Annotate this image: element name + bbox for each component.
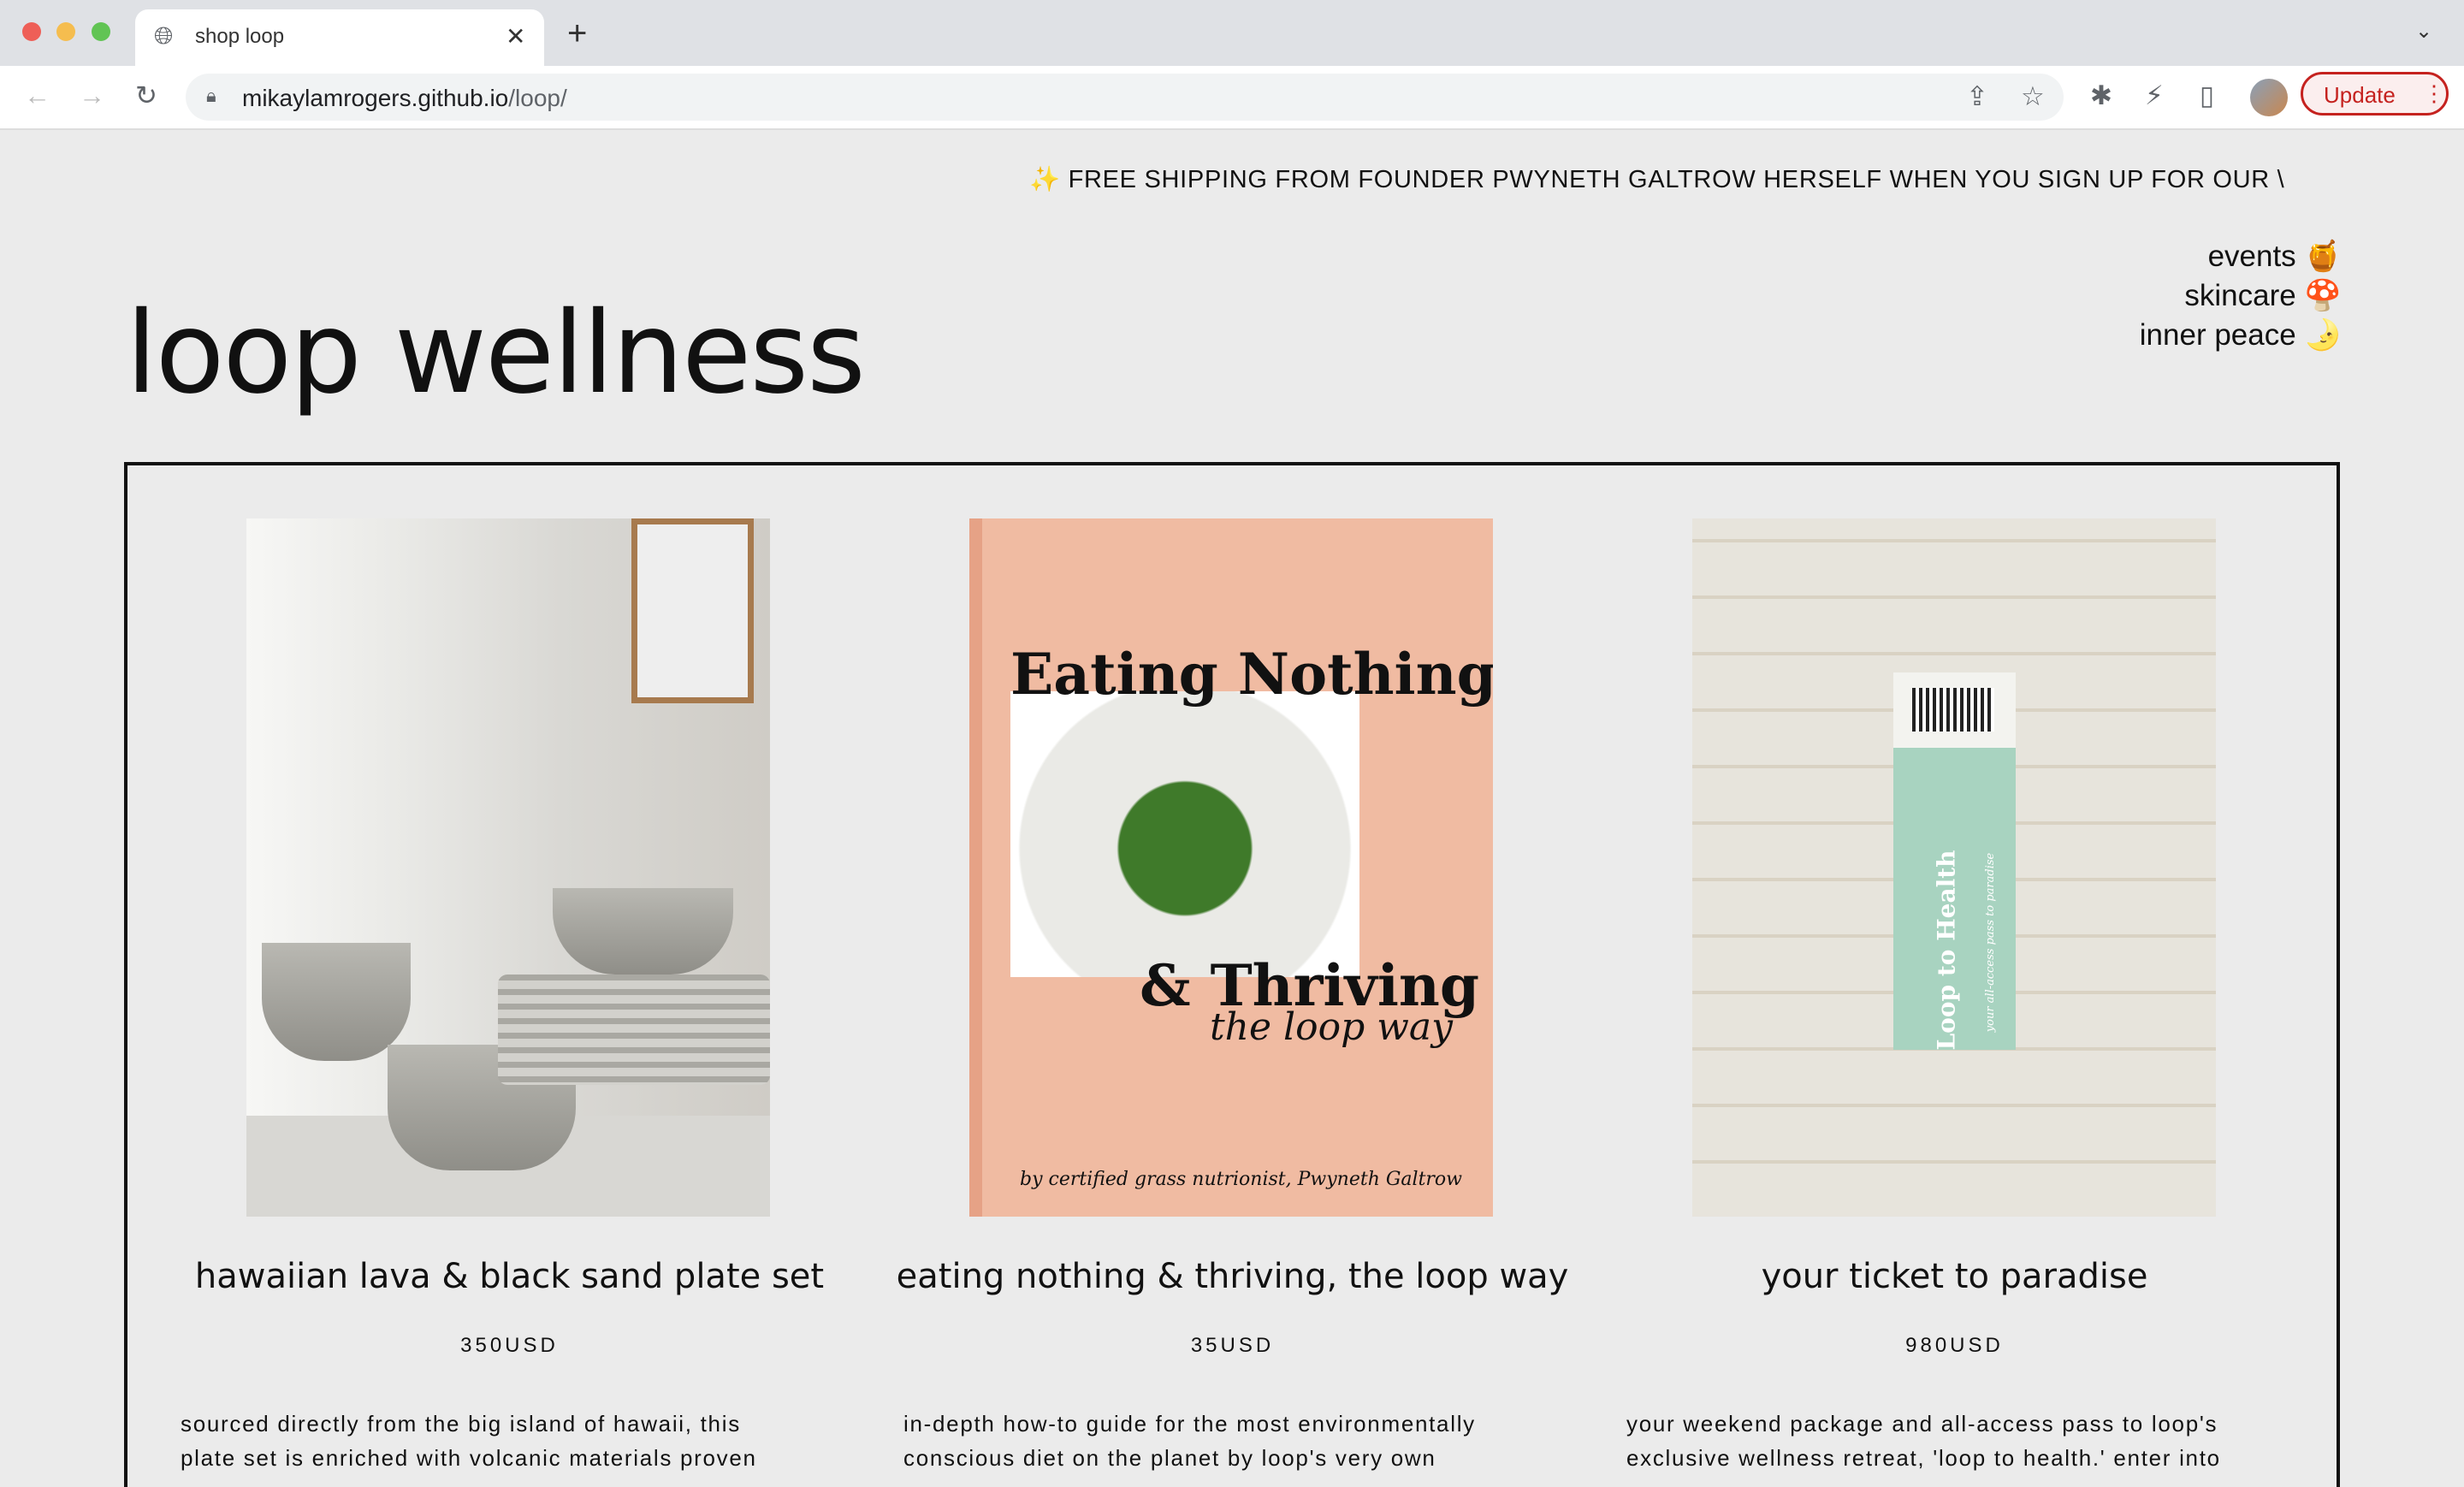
description-line: conscious diet on the planet by loop's v… bbox=[903, 1445, 1436, 1471]
product-price: 980USD bbox=[1905, 1334, 2004, 1357]
tab-title: shop loop bbox=[195, 25, 285, 48]
star-icon[interactable]: ☆ bbox=[2021, 81, 2045, 112]
page-title: loop wellness bbox=[126, 287, 866, 419]
product-description: your weekend package and all-access pass… bbox=[1626, 1407, 2277, 1475]
book-cover-byline: by certified grass nutrionist, Pwyneth G… bbox=[1020, 1169, 1463, 1190]
book-cover-title: Eating Nothing bbox=[1010, 641, 1493, 708]
ticket-subtitle: your all-access pass to paradise bbox=[1984, 852, 1998, 1033]
product-title[interactable]: eating nothing & thriving, the loop way bbox=[871, 1257, 1594, 1296]
product-image-ticket[interactable]: Loop to Health your all-access pass to p… bbox=[1692, 518, 2216, 1217]
back-icon[interactable]: ← bbox=[24, 80, 50, 111]
product-description: in-depth how-to guide for the most envir… bbox=[903, 1407, 1554, 1475]
nav-inner-peace[interactable]: inner peace 🌛 bbox=[2140, 317, 2342, 352]
avatar[interactable] bbox=[2250, 79, 2288, 116]
product-price: 350USD bbox=[460, 1334, 559, 1357]
minimize-window-button[interactable] bbox=[56, 22, 75, 41]
tab-bar: 🌐︎ shop loop ✕ + ⌄ bbox=[0, 0, 2464, 66]
lock-icon: 🔒︎ bbox=[206, 85, 216, 106]
description-line: your weekend package and all-access pass… bbox=[1626, 1411, 2218, 1437]
product-image-book[interactable]: Eating Nothing & Thriving the loop way b… bbox=[969, 518, 1493, 1217]
book-cover-subtitle: the loop way bbox=[1210, 1005, 1454, 1049]
ticket-title: Loop to Health bbox=[1932, 850, 1961, 1051]
update-button[interactable]: Update ⋮ bbox=[2301, 72, 2449, 116]
description-line: plate set is enriched with volcanic mate… bbox=[181, 1445, 757, 1471]
close-tab-icon[interactable]: ✕ bbox=[506, 22, 525, 50]
side-panel-icon[interactable]: ▯ bbox=[2200, 80, 2214, 111]
product-title[interactable]: your ticket to paradise bbox=[1593, 1257, 2316, 1296]
maximize-window-button[interactable] bbox=[92, 22, 110, 41]
toolbar: ← → ↻ 🔒︎ mikaylamrogers.github.io/loop/ … bbox=[0, 66, 2464, 130]
nav-events[interactable]: events 🍯 bbox=[2208, 239, 2342, 274]
close-window-button[interactable] bbox=[22, 22, 41, 41]
description-line: exclusive wellness retreat, 'loop to hea… bbox=[1626, 1445, 2221, 1471]
tab-shop-loop[interactable]: 🌐︎ shop loop ✕ bbox=[135, 9, 544, 66]
product-image-plate-set[interactable] bbox=[246, 518, 770, 1217]
product-title[interactable]: hawaiian lava & black sand plate set bbox=[148, 1257, 871, 1296]
performance-icon[interactable]: ⚡︎ bbox=[2145, 80, 2164, 111]
new-tab-icon[interactable]: + bbox=[567, 15, 587, 53]
update-label: Update bbox=[2324, 82, 2396, 108]
product-price: 35USD bbox=[1190, 1334, 1275, 1357]
extensions-icon[interactable]: ✱ bbox=[2090, 80, 2112, 111]
address-bar[interactable]: 🔒︎ mikaylamrogers.github.io/loop/ ⇪ ☆ bbox=[186, 74, 2064, 121]
menu-icon[interactable]: ⋮ bbox=[2423, 80, 2445, 107]
product-description: sourced directly from the big island of … bbox=[181, 1407, 831, 1475]
announcement-ticker: ✨ FREE SHIPPING FROM FOUNDER PWYNETH GAL… bbox=[1029, 166, 2285, 193]
share-icon[interactable]: ⇪ bbox=[1966, 81, 1988, 112]
url-path: /loop/ bbox=[508, 85, 567, 111]
forward-icon[interactable]: → bbox=[79, 80, 105, 111]
globe-icon: 🌐︎ bbox=[154, 22, 174, 49]
barcode-icon bbox=[1912, 688, 1994, 732]
description-line: sourced directly from the big island of … bbox=[181, 1411, 741, 1437]
reload-icon[interactable]: ↻ bbox=[135, 80, 157, 111]
nav-skincare[interactable]: skincare 🍄 bbox=[2184, 278, 2342, 313]
url-host: mikaylamrogers.github.io bbox=[242, 85, 509, 111]
description-line: in-depth how-to guide for the most envir… bbox=[903, 1411, 1476, 1437]
chevron-down-icon[interactable]: ⌄ bbox=[2415, 19, 2432, 44]
